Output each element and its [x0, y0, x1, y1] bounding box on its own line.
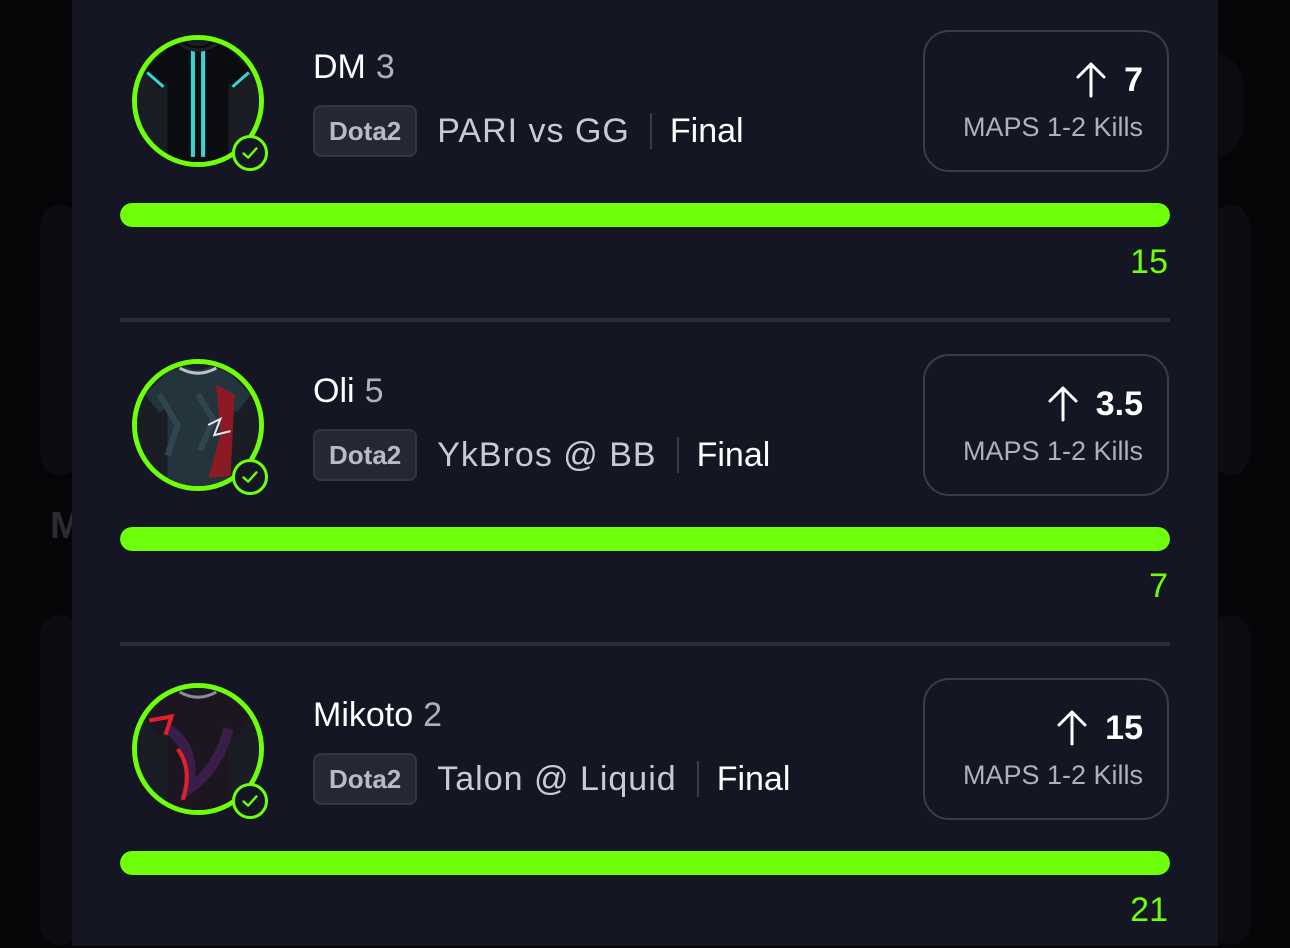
projection-box[interactable]: 7 MAPS 1-2 Kills: [923, 30, 1169, 172]
divider: [650, 113, 652, 149]
projection-box[interactable]: 15 MAPS 1-2 Kills: [923, 678, 1169, 820]
player-position: 3: [376, 48, 395, 86]
arrow-up-icon: [1074, 60, 1108, 100]
pick-card[interactable]: Oli 5 Dota2 YkBros @ BB Final 3.5 MAPS 1-…: [120, 324, 1170, 624]
player-position: 2: [423, 696, 442, 734]
match-info-row: Dota2 PARI vs GG Final: [313, 105, 744, 157]
match-info-row: Dota2 YkBros @ BB Final: [313, 429, 770, 481]
player-name-row: Oli 5: [313, 372, 383, 411]
match-status: Final: [697, 436, 771, 475]
match-name: PARI vs GG: [437, 112, 630, 151]
match-info-row: Dota2 Talon @ Liquid Final: [313, 753, 790, 805]
player-name: Mikoto: [313, 696, 413, 734]
verified-check-icon: [232, 783, 268, 819]
projection-line: 7: [1124, 61, 1143, 100]
match-status: Final: [717, 760, 791, 799]
actual-result: 21: [1130, 891, 1168, 930]
verified-check-icon: [232, 135, 268, 171]
player-name: DM: [313, 48, 366, 86]
pick-separator: [120, 642, 1170, 646]
picks-sheet: DM 3 Dota2 PARI vs GG Final 7 MAPS 1-2 Ki…: [72, 0, 1218, 946]
pick-card[interactable]: DM 3 Dota2 PARI vs GG Final 7 MAPS 1-2 Ki…: [120, 0, 1170, 300]
player-name-row: Mikoto 2: [313, 696, 442, 735]
projection-box[interactable]: 3.5 MAPS 1-2 Kills: [923, 354, 1169, 496]
projection-stat: MAPS 1-2 Kills: [963, 760, 1143, 791]
arrow-up-icon: [1046, 384, 1080, 424]
projection-stat: MAPS 1-2 Kills: [963, 112, 1143, 143]
projection-line-row: 3.5: [1046, 384, 1143, 424]
progress-bar-fill: [120, 527, 1170, 551]
progress-bar: [120, 527, 1170, 551]
game-tag: Dota2: [313, 753, 417, 805]
game-tag: Dota2: [313, 105, 417, 157]
match-name: Talon @ Liquid: [437, 760, 676, 799]
progress-bar-fill: [120, 203, 1170, 227]
actual-result: 7: [1149, 567, 1168, 606]
projection-line: 15: [1105, 709, 1143, 748]
progress-bar-fill: [120, 851, 1170, 875]
player-position: 5: [365, 372, 384, 410]
player-name-row: DM 3: [313, 48, 395, 87]
actual-result: 15: [1130, 243, 1168, 282]
divider: [697, 761, 699, 797]
projection-stat: MAPS 1-2 Kills: [963, 436, 1143, 467]
divider: [677, 437, 679, 473]
progress-bar: [120, 203, 1170, 227]
match-name: YkBros @ BB: [437, 436, 656, 475]
projection-line: 3.5: [1096, 385, 1143, 424]
arrow-up-icon: [1055, 708, 1089, 748]
verified-check-icon: [232, 459, 268, 495]
game-tag: Dota2: [313, 429, 417, 481]
player-name: Oli: [313, 372, 355, 410]
projection-line-row: 7: [1074, 60, 1143, 100]
progress-bar: [120, 851, 1170, 875]
projection-line-row: 15: [1055, 708, 1143, 748]
pick-card[interactable]: Mikoto 2 Dota2 Talon @ Liquid Final 15 MA…: [120, 648, 1170, 948]
match-status: Final: [670, 112, 744, 151]
pick-separator: [120, 318, 1170, 322]
